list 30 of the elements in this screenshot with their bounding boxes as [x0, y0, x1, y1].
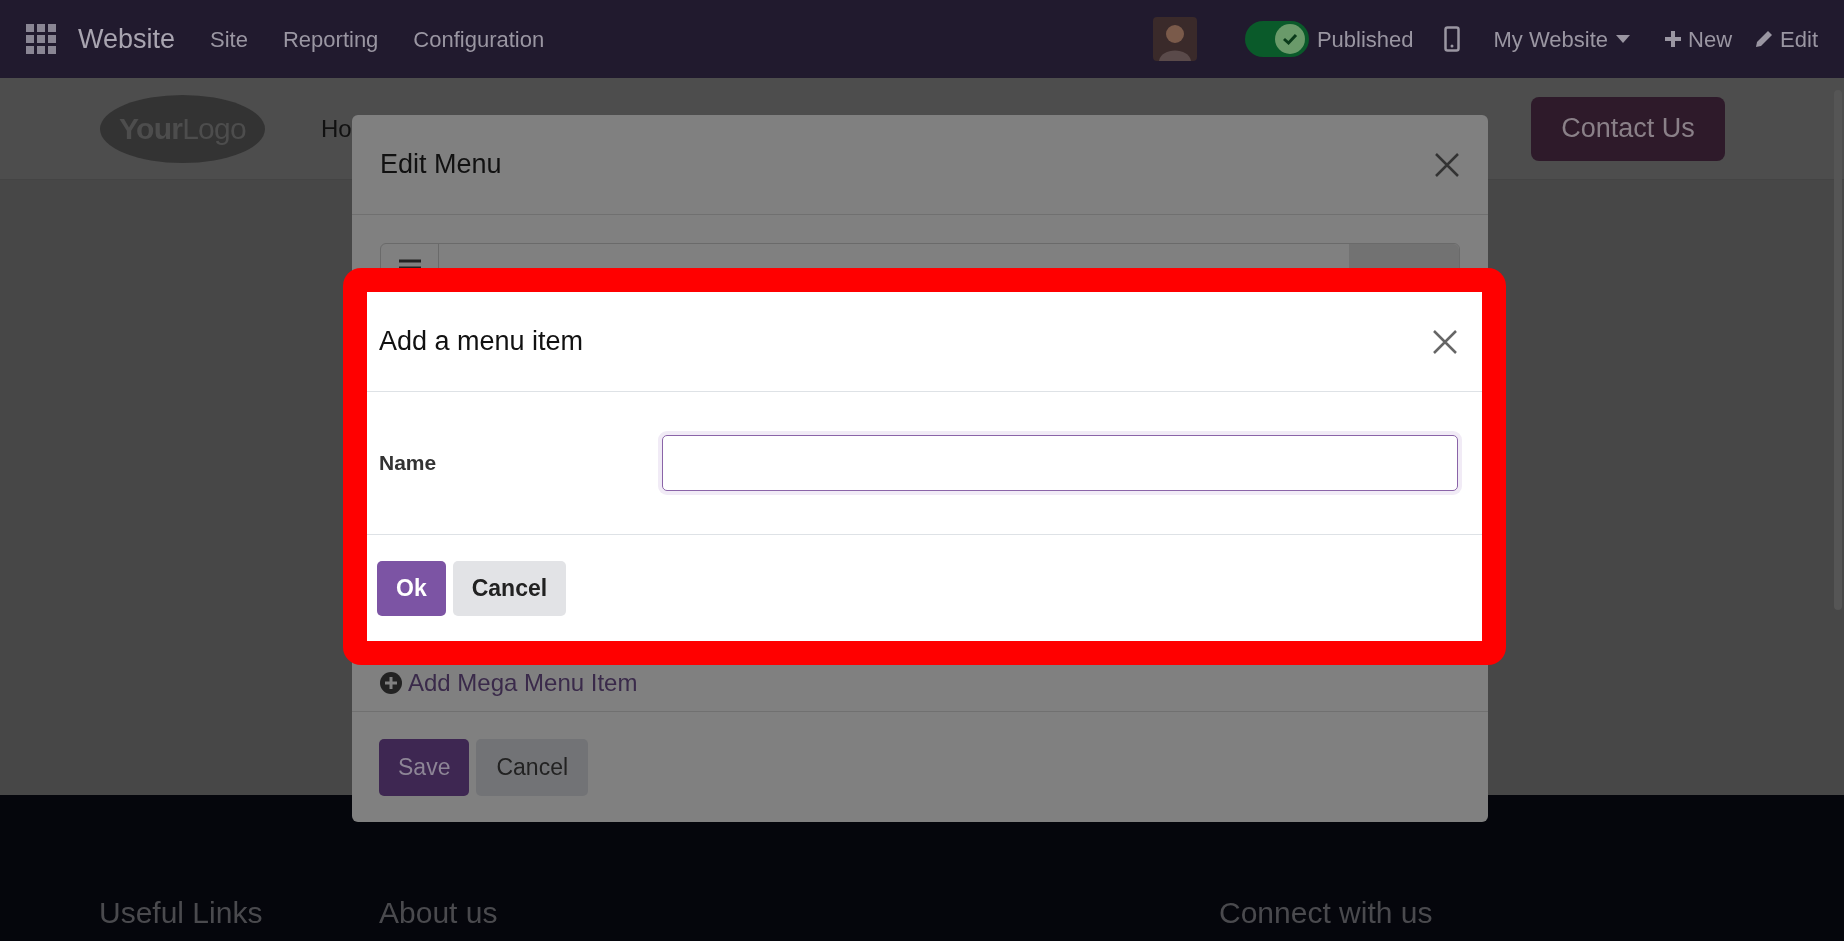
mobile-icon[interactable] — [1443, 26, 1460, 52]
contact-us-button[interactable]: Contact Us — [1531, 96, 1725, 161]
close-icon[interactable] — [1432, 328, 1458, 355]
add-mega-menu-link[interactable]: Add Mega Menu Item — [380, 665, 1460, 701]
published-toggle[interactable] — [1244, 21, 1309, 57]
footer-heading: Connect with us — [1219, 895, 1433, 931]
save-button[interactable]: Save — [379, 738, 470, 796]
published-label[interactable]: Published — [1316, 22, 1414, 56]
cancel-button[interactable]: Cancel — [476, 738, 589, 796]
footer-heading: Useful Links — [99, 895, 264, 931]
field-label: Name — [379, 450, 438, 477]
nav-menu-item[interactable]: Configuration — [413, 22, 545, 56]
dialog-title: Edit Menu — [380, 148, 502, 182]
ok-button[interactable]: Ok — [377, 560, 446, 616]
plus-circle-icon — [380, 672, 402, 694]
new-button[interactable]: New — [1664, 22, 1733, 56]
footer-heading: About us — [379, 895, 499, 931]
nav-menu-item[interactable]: Reporting — [282, 22, 379, 56]
avatar[interactable] — [1152, 17, 1197, 61]
caret-icon — [1616, 35, 1631, 43]
close-icon[interactable] — [1434, 151, 1460, 178]
edit-button[interactable]: Edit — [1754, 22, 1818, 56]
pencil-icon — [1754, 29, 1775, 49]
nav-menu-item[interactable]: Site — [210, 22, 248, 56]
app-title[interactable]: Website — [78, 18, 176, 60]
cancel-button[interactable]: Cancel — [452, 560, 567, 616]
dialog-title: Add a menu item — [379, 325, 584, 359]
website-dropdown[interactable]: My Website — [1493, 22, 1631, 56]
plus-icon — [1664, 30, 1683, 48]
apps-grid-icon[interactable] — [26, 24, 56, 54]
